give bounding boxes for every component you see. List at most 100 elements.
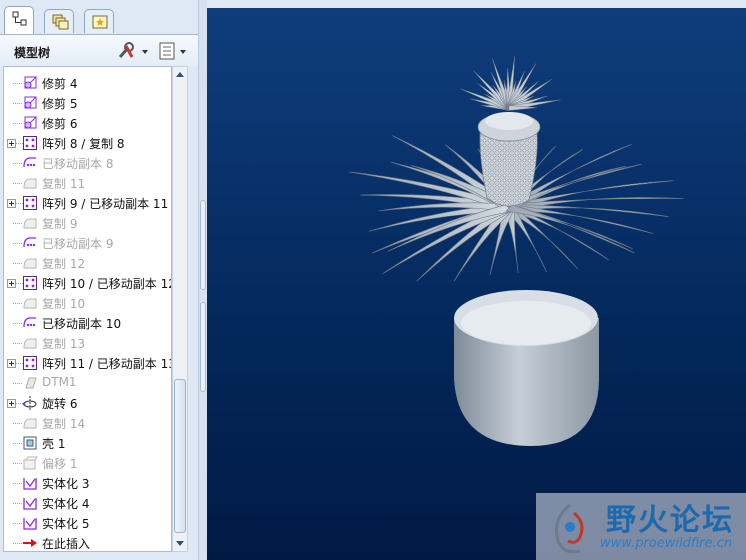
tree-item[interactable]: 已移动副本 8	[4, 153, 171, 173]
panel-tabs	[0, 0, 198, 34]
tree-connector	[13, 223, 22, 224]
tree-item[interactable]: 在此插入	[4, 533, 171, 551]
model-tree-icon	[12, 11, 27, 26]
tree-item[interactable]: 阵列 11 / 已移动副本 13	[4, 353, 171, 373]
expand-toggle[interactable]	[7, 199, 16, 208]
splitter-handle-bottom[interactable]	[200, 302, 206, 392]
model-tree-tab[interactable]	[4, 6, 34, 34]
pattern-icon	[22, 355, 38, 371]
solidify-icon	[22, 495, 38, 511]
show-menu-button[interactable]	[158, 42, 190, 60]
tree-item-label: 实体化 4	[42, 497, 90, 511]
copy-icon	[22, 335, 38, 351]
shell-icon	[22, 435, 38, 451]
solidify-icon	[22, 515, 38, 531]
tree-item-label: 实体化 3	[42, 477, 90, 491]
tree-connector	[13, 123, 22, 124]
copy-icon	[22, 255, 38, 271]
pattern-icon	[22, 135, 38, 151]
tree-item-label: 阵列 10 / 已移动副本 12	[42, 277, 172, 291]
scroll-down-button[interactable]	[173, 535, 187, 551]
tree-item-label: 修剪 5	[42, 97, 78, 111]
tree-vertical-scrollbar[interactable]	[172, 66, 188, 552]
tree-item[interactable]: 修剪 6	[4, 113, 171, 133]
tree-connector	[13, 483, 22, 484]
tree-item-label: 阵列 8 / 复制 8	[42, 137, 125, 151]
tree-item[interactable]: 偏移 1	[4, 453, 171, 473]
tree-item[interactable]: 修剪 5	[4, 93, 171, 113]
tree-item[interactable]: 复制 9	[4, 213, 171, 233]
tree-item-label: 旋转 6	[42, 397, 78, 411]
trim-icon	[22, 95, 38, 111]
moved-copy-icon	[22, 235, 38, 251]
expand-toggle[interactable]	[7, 139, 16, 148]
tree-connector	[13, 343, 22, 344]
insert-here-arrow-icon	[22, 535, 38, 551]
tree-item[interactable]: 壳 1	[4, 433, 171, 453]
tree-item[interactable]: 已移动副本 10	[4, 313, 171, 333]
potted-pineapple-model	[349, 56, 684, 446]
tree-connector	[13, 83, 22, 84]
tree-connector	[13, 423, 22, 424]
watermark-title: 野火论坛	[606, 503, 734, 538]
tree-connector	[13, 323, 22, 324]
tree-item[interactable]: 实体化 4	[4, 493, 171, 513]
tree-item-label: 已移动副本 10	[42, 317, 122, 331]
tree-item[interactable]: 复制 11	[4, 173, 171, 193]
scroll-up-button[interactable]	[173, 67, 187, 83]
tree-item-label: 复制 12	[42, 257, 86, 271]
tools-icon	[118, 42, 148, 58]
expand-toggle[interactable]	[7, 279, 16, 288]
layers-tab[interactable]	[44, 9, 74, 33]
expand-toggle[interactable]	[7, 359, 16, 368]
tree-item[interactable]: 阵列 10 / 已移动副本 12	[4, 273, 172, 293]
moved-copy-icon	[22, 315, 38, 331]
tree-connector	[13, 303, 22, 304]
revolve-icon	[22, 395, 38, 411]
trim-icon	[22, 75, 38, 91]
scroll-thumb[interactable]	[174, 379, 186, 533]
favorites-tab[interactable]	[84, 9, 114, 33]
tree-item[interactable]: 阵列 9 / 已移动副本 11	[4, 193, 171, 213]
forum-logo-icon	[555, 503, 584, 554]
tree-item-label: 壳 1	[42, 437, 66, 451]
tree-item[interactable]: 实体化 5	[4, 513, 171, 533]
tree-item[interactable]: 已移动副本 9	[4, 233, 171, 253]
tree-connector	[13, 543, 22, 544]
tree-item[interactable]: 修剪 4	[4, 73, 171, 93]
tree-item-label: 已移动副本 8	[42, 157, 114, 171]
tree-connector	[13, 183, 22, 184]
scroll-up-arrow-icon	[176, 72, 184, 77]
expand-toggle[interactable]	[7, 399, 16, 408]
graphics-viewport[interactable]	[207, 8, 746, 560]
tree-item[interactable]: DTM1	[4, 373, 171, 393]
panel-title: 模型树	[14, 46, 51, 60]
settings-menu-button[interactable]	[117, 42, 151, 60]
moved-copy-icon	[22, 155, 38, 171]
tree-item[interactable]: 复制 10	[4, 293, 171, 313]
pattern-icon	[22, 275, 38, 291]
tree-item-label: 复制 10	[42, 297, 86, 311]
tree-item[interactable]: 实体化 3	[4, 473, 171, 493]
tree-item[interactable]: 旋转 6	[4, 393, 171, 413]
tree-connector	[13, 103, 22, 104]
panel-header: 模型树	[0, 34, 198, 67]
viewport-top-border	[207, 0, 746, 8]
tree-item[interactable]: 复制 12	[4, 253, 171, 273]
splitter-handle-top[interactable]	[200, 200, 206, 290]
tree-item-label: 修剪 4	[42, 77, 78, 91]
copy-icon	[22, 415, 38, 431]
tree-item[interactable]: 复制 13	[4, 333, 171, 353]
tree-connector	[13, 443, 22, 444]
tree-item[interactable]: 复制 14	[4, 413, 171, 433]
tree-connector	[13, 243, 22, 244]
tree-connector	[13, 383, 22, 384]
tree-item-label: 修剪 6	[42, 117, 78, 131]
model-tree[interactable]: 修剪 4 修剪 5 修剪 6 阵列 8 / 复制 8 已移动副本 8 复制 11 阵列 9 …	[3, 66, 172, 552]
tree-item-label: DTM1	[42, 375, 77, 389]
tree-item-label: 复制 11	[42, 177, 86, 191]
tree-item[interactable]: 阵列 8 / 复制 8	[4, 133, 171, 153]
copy-icon	[22, 295, 38, 311]
datum-plane-icon	[22, 375, 38, 391]
forum-watermark: 野火论坛 www.proewildfire.cn	[536, 493, 746, 560]
